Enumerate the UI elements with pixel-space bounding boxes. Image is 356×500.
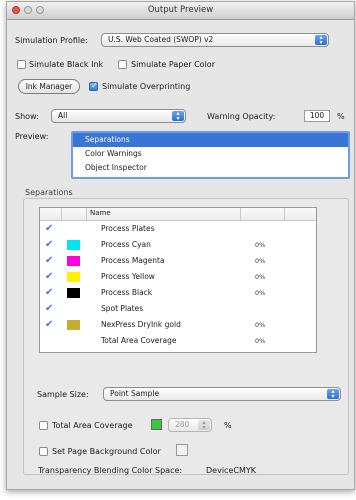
- preview-item-color-warnings[interactable]: Color Warnings: [73, 147, 348, 161]
- simulation-profile-label: Simulation Profile:: [15, 36, 88, 45]
- name-column-header[interactable]: Name: [90, 209, 111, 217]
- separation-name: Process Plates: [101, 224, 155, 233]
- separation-name: Process Black: [101, 288, 153, 297]
- ink-color-swatch: [67, 320, 80, 330]
- ink-color-swatch: [67, 272, 80, 282]
- window-title: Output Preview: [147, 5, 214, 15]
- total-area-coverage-color-swatch[interactable]: [151, 419, 162, 430]
- separation-name: Spot Plates: [101, 304, 144, 313]
- simulate-paper-color-label: Simulate Paper Color: [131, 60, 215, 69]
- separation-name: Total Area Coverage: [101, 336, 177, 345]
- separation-row[interactable]: Total Area Coverage 0%: [40, 333, 316, 349]
- separation-row[interactable]: ✔ Process Black 0%: [40, 285, 316, 301]
- separation-row[interactable]: ✔ Spot Plates: [40, 301, 316, 317]
- page-background-label: Set Page Background Color: [52, 447, 161, 456]
- separation-coverage: 0%: [255, 321, 266, 329]
- separation-coverage: 0%: [255, 289, 266, 297]
- simulation-profile-select[interactable]: U.S. Web Coated (SWOP) v2 ▴ ▾: [101, 33, 329, 47]
- popup-arrows-icon: ▴ ▾: [327, 389, 339, 400]
- separations-rows: ✔ Process Plates ✔ Process Cyan 0% ✔ Process M…: [40, 221, 316, 349]
- separation-row[interactable]: ✔ NexPress DryInk gold 0%: [40, 317, 316, 333]
- separation-row[interactable]: ✔ Process Cyan 0%: [40, 237, 316, 253]
- output-preview-window: Output Preview Simulation Profile: U.S. …: [6, 1, 355, 490]
- separation-row[interactable]: ✔ Process Magenta 0%: [40, 253, 316, 269]
- title-bar[interactable]: Output Preview: [7, 2, 354, 20]
- visibility-check-icon[interactable]: ✔: [45, 302, 53, 316]
- warning-opacity-input[interactable]: 100: [304, 110, 330, 122]
- separations-group-label: Separations: [25, 188, 73, 197]
- visibility-check-icon[interactable]: ✔: [45, 238, 53, 252]
- simulate-black-ink-label: Simulate Black Ink: [29, 60, 104, 69]
- separation-coverage: 0%: [255, 337, 266, 345]
- warning-opacity-label: Warning Opacity:: [207, 112, 276, 121]
- popup-arrows-icon: ▴ ▾: [315, 35, 327, 46]
- preview-item-object-inspector[interactable]: Object Inspector: [73, 161, 348, 175]
- separation-coverage: 0%: [255, 241, 266, 249]
- separations-group: Name ✔ Process Plates ✔ Process Cyan 0% ✔ Proc…: [23, 198, 349, 475]
- visibility-check-icon[interactable]: ✔: [45, 286, 53, 300]
- ink-color-swatch: [67, 240, 80, 250]
- separation-name: Process Magenta: [101, 256, 165, 265]
- separation-row[interactable]: ✔ Process Yellow 0%: [40, 269, 316, 285]
- visibility-check-icon[interactable]: ✔: [45, 318, 53, 332]
- show-value: All: [58, 111, 68, 120]
- visibility-check-icon[interactable]: ✔: [45, 222, 53, 236]
- ink-color-swatch: [67, 288, 80, 298]
- separation-name: NexPress DryInk gold: [101, 320, 181, 329]
- total-area-coverage-checkbox[interactable]: [39, 421, 48, 430]
- separation-row[interactable]: ✔ Process Plates: [40, 221, 316, 237]
- simulation-profile-value: U.S. Web Coated (SWOP) v2: [108, 35, 214, 44]
- sample-size-select[interactable]: Point Sample ▴ ▾: [103, 387, 341, 401]
- sample-size-value: Point Sample: [110, 389, 160, 398]
- separation-coverage: 0%: [255, 273, 266, 281]
- preview-label: Preview:: [15, 132, 49, 141]
- popup-arrows-icon: ▴ ▾: [172, 111, 184, 122]
- transparency-blending-label: Transparency Blending Color Space:: [38, 466, 183, 475]
- separation-name: Process Yellow: [101, 272, 155, 281]
- page-background-checkbox[interactable]: [39, 447, 48, 456]
- warning-opacity-unit: %: [337, 112, 345, 121]
- sample-size-label: Sample Size:: [37, 390, 89, 399]
- popup-arrows-icon: ▴ ▾: [198, 420, 210, 431]
- total-area-coverage-unit: %: [224, 421, 232, 430]
- visibility-check-icon[interactable]: ✔: [45, 254, 53, 268]
- show-select[interactable]: All ▴ ▾: [51, 109, 186, 123]
- separations-table: Name ✔ Process Plates ✔ Process Cyan 0% ✔ Proc…: [39, 207, 317, 353]
- page-background-color-swatch[interactable]: [176, 444, 188, 456]
- simulate-black-ink-checkbox[interactable]: [17, 60, 26, 69]
- preview-listbox[interactable]: Separations Color Warnings Object Inspec…: [71, 131, 350, 179]
- visibility-check-icon[interactable]: ✔: [45, 270, 53, 284]
- ink-color-swatch: [67, 256, 80, 266]
- simulate-overprinting-checkbox[interactable]: [89, 81, 98, 91]
- separation-coverage: 0%: [255, 257, 266, 265]
- simulate-overprinting-label: Simulate Overprinting: [102, 82, 191, 91]
- simulate-paper-color-checkbox[interactable]: [118, 60, 127, 69]
- total-area-coverage-label: Total Area Coverage: [52, 421, 133, 430]
- show-label: Show:: [15, 112, 39, 121]
- total-area-coverage-value-select[interactable]: 280 ▴ ▾: [168, 418, 212, 432]
- table-header: Name: [40, 208, 316, 221]
- transparency-blending-value: DeviceCMYK: [206, 466, 256, 475]
- ink-manager-button[interactable]: Ink Manager: [18, 79, 80, 94]
- total-area-coverage-value: 280: [175, 420, 190, 429]
- preview-item-separations[interactable]: Separations: [73, 133, 348, 147]
- separation-name: Process Cyan: [101, 240, 151, 249]
